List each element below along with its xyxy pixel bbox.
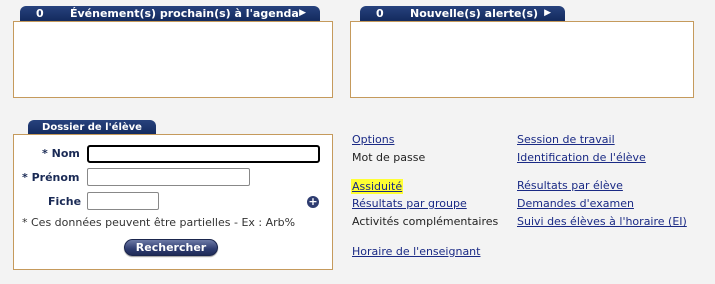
alerts-title: Nouvelle(s) alerte(s) [410, 7, 539, 20]
agenda-title: Événement(s) prochain(s) à l'agenda [70, 7, 299, 20]
alerts-arrow-icon[interactable]: ▶ [544, 6, 551, 21]
menu-password-text: Mot de passe [352, 151, 426, 164]
menu-work-session-link[interactable]: Session de travail [517, 133, 615, 146]
menu-student-id-link[interactable]: Identification de l'élève [517, 151, 646, 164]
prenom-input[interactable] [87, 168, 250, 186]
search-button[interactable]: Rechercher [124, 239, 218, 256]
menu-activities-text: Activités complémentaires [352, 215, 499, 228]
menu-schedule-tracking-link[interactable]: Suivi des élèves à l'horaire (EI) [517, 215, 687, 228]
menu-group-results-link[interactable]: Résultats par groupe [352, 197, 467, 210]
nom-input[interactable] [87, 145, 320, 163]
nom-label: * Nom [42, 147, 80, 160]
menu-student-results-link[interactable]: Résultats par élève [517, 179, 623, 192]
alerts-tab[interactable]: 0 Nouvelle(s) alerte(s) ▶ [360, 6, 565, 21]
dossier-tab: Dossier de l'élève [28, 120, 156, 135]
prenom-label: * Prénom [22, 171, 80, 184]
menu-options-link[interactable]: Options [352, 133, 394, 146]
dossier-tab-title: Dossier de l'élève [42, 122, 142, 133]
agenda-count: 0 [36, 7, 44, 20]
fiche-input[interactable] [87, 192, 159, 210]
alerts-count: 0 [376, 7, 384, 20]
partial-data-hint: * Ces données peuvent être partielles - … [22, 216, 296, 229]
add-plus-icon[interactable]: + [307, 196, 319, 208]
alerts-panel [350, 21, 694, 98]
fiche-label: Fiche [48, 195, 82, 208]
agenda-tab[interactable]: 0 Événement(s) prochain(s) à l'agenda ▶ [20, 6, 320, 21]
agenda-arrow-icon[interactable]: ▶ [299, 6, 306, 21]
menu-exam-requests-link[interactable]: Demandes d'examen [517, 197, 634, 210]
menu-teacher-schedule-link[interactable]: Horaire de l'enseignant [352, 245, 480, 258]
agenda-panel [13, 21, 333, 98]
menu-attendance-link[interactable]: Assiduité [351, 179, 404, 194]
